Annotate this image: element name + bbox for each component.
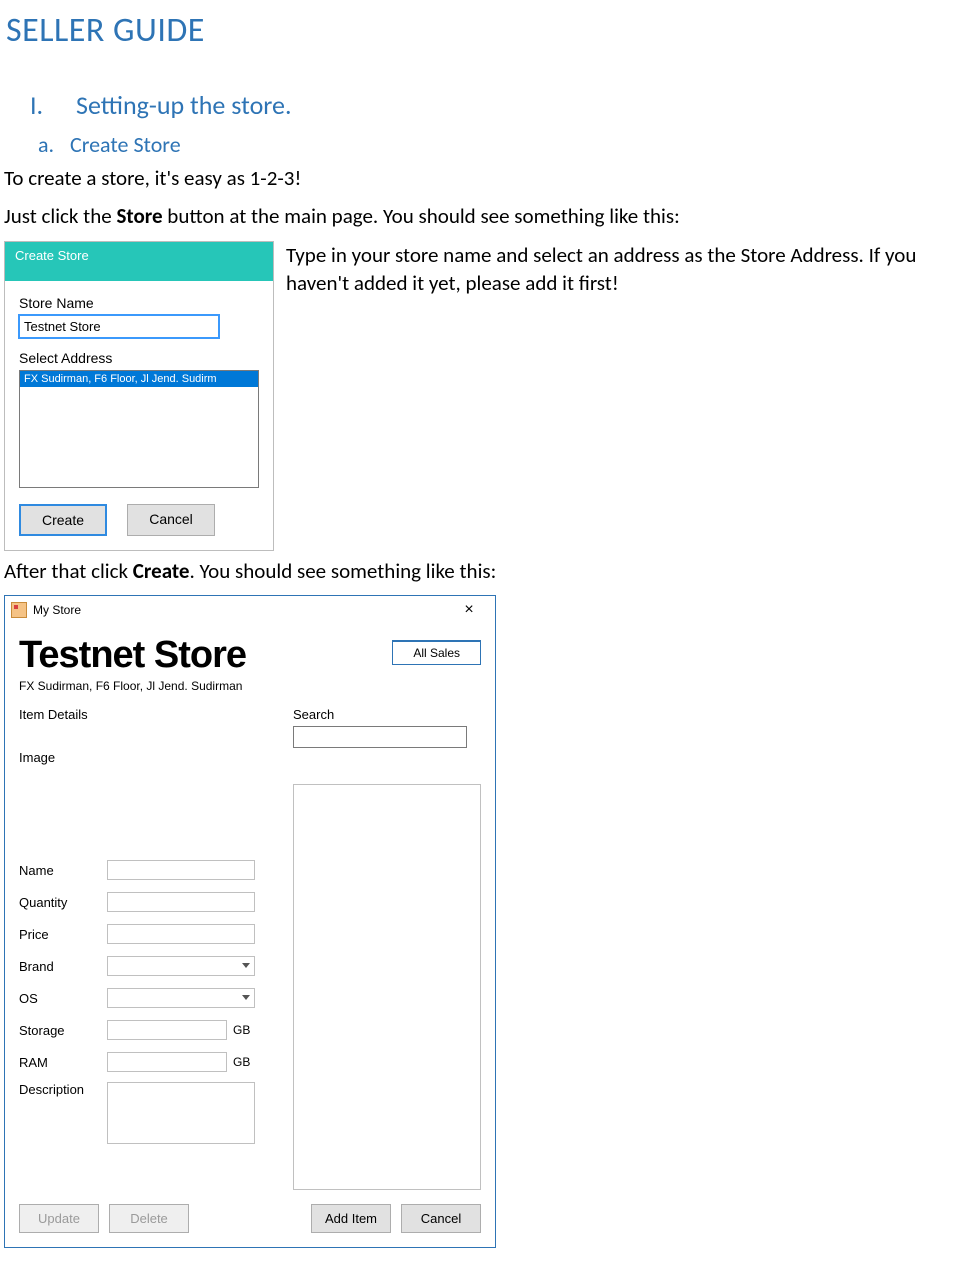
price-label: Price xyxy=(19,927,107,942)
search-input[interactable] xyxy=(293,726,467,748)
storage-label: Storage xyxy=(19,1023,107,1038)
name-label: Name xyxy=(19,863,107,878)
price-input[interactable] xyxy=(107,924,255,944)
quantity-label: Quantity xyxy=(19,895,107,910)
brand-label: Brand xyxy=(19,959,107,974)
image-label: Image xyxy=(19,750,277,765)
window-titlebar: My Store × xyxy=(5,596,495,624)
storage-unit: GB xyxy=(233,1023,250,1037)
p3-a: After that click xyxy=(4,558,133,584)
subsection-heading: a.Create Store xyxy=(4,131,964,158)
all-sales-button[interactable]: All Sales xyxy=(392,640,481,665)
p2-a: Just click the xyxy=(4,203,116,229)
my-store-window: My Store × Testnet Store FX Sudirman, F6… xyxy=(4,595,496,1248)
description-label: Description xyxy=(19,1082,107,1097)
create-button[interactable]: Create xyxy=(19,504,107,536)
p2-b-strong: Store xyxy=(116,203,162,229)
close-icon[interactable]: × xyxy=(449,601,489,619)
dialog-title: Create Store xyxy=(5,242,273,281)
section-number: I. xyxy=(30,89,76,121)
quantity-input[interactable] xyxy=(107,892,255,912)
subsection-title: Create Store xyxy=(70,131,181,158)
ram-label: RAM xyxy=(19,1055,107,1070)
create-store-dialog: Create Store Store Name Select Address F… xyxy=(4,241,274,551)
paragraph-1: To create a store, it's easy as 1-2-3! xyxy=(4,164,964,192)
doc-title: SELLER GUIDE xyxy=(4,10,964,51)
brand-combobox[interactable] xyxy=(107,956,255,976)
store-name-label: Store Name xyxy=(19,295,259,311)
side-paragraph: Type in your store name and select an ad… xyxy=(286,241,964,298)
section-heading: I.Setting-up the store. xyxy=(4,89,964,121)
store-name-input[interactable] xyxy=(19,315,219,338)
ram-input[interactable] xyxy=(107,1052,227,1072)
items-listbox[interactable] xyxy=(293,784,481,1190)
os-combobox[interactable] xyxy=(107,988,255,1008)
update-button: Update xyxy=(19,1204,99,1233)
cancel-button-store[interactable]: Cancel xyxy=(401,1204,481,1233)
cancel-button[interactable]: Cancel xyxy=(127,504,215,536)
window-title: My Store xyxy=(33,603,449,617)
address-list-item[interactable]: FX Sudirman, F6 Floor, Jl Jend. Sudirm xyxy=(20,371,258,387)
paragraph-2: Just click the Store button at the main … xyxy=(4,202,964,230)
address-listbox[interactable]: FX Sudirman, F6 Floor, Jl Jend. Sudirm xyxy=(19,370,259,488)
window-app-icon xyxy=(11,602,27,618)
section-title: Setting-up the store. xyxy=(76,89,292,121)
store-address-text: FX Sudirman, F6 Floor, Jl Jend. Sudirman xyxy=(19,679,392,693)
search-label: Search xyxy=(293,707,481,722)
storage-input[interactable] xyxy=(107,1020,227,1040)
os-label: OS xyxy=(19,991,107,1006)
p3-b-strong: Create xyxy=(133,558,190,584)
select-address-label: Select Address xyxy=(19,350,259,366)
p3-c: . You should see something like this: xyxy=(189,558,496,584)
ram-unit: GB xyxy=(233,1055,250,1069)
add-item-button[interactable]: Add Item xyxy=(311,1204,391,1233)
name-input[interactable] xyxy=(107,860,255,880)
p2-c: button at the main page. You should see … xyxy=(163,203,680,229)
description-textarea[interactable] xyxy=(107,1082,255,1144)
paragraph-3: After that click Create. You should see … xyxy=(4,557,964,585)
subsection-number: a. xyxy=(38,131,70,158)
store-name-heading: Testnet Store xyxy=(19,634,392,677)
item-details-label: Item Details xyxy=(19,707,277,722)
delete-button: Delete xyxy=(109,1204,189,1233)
